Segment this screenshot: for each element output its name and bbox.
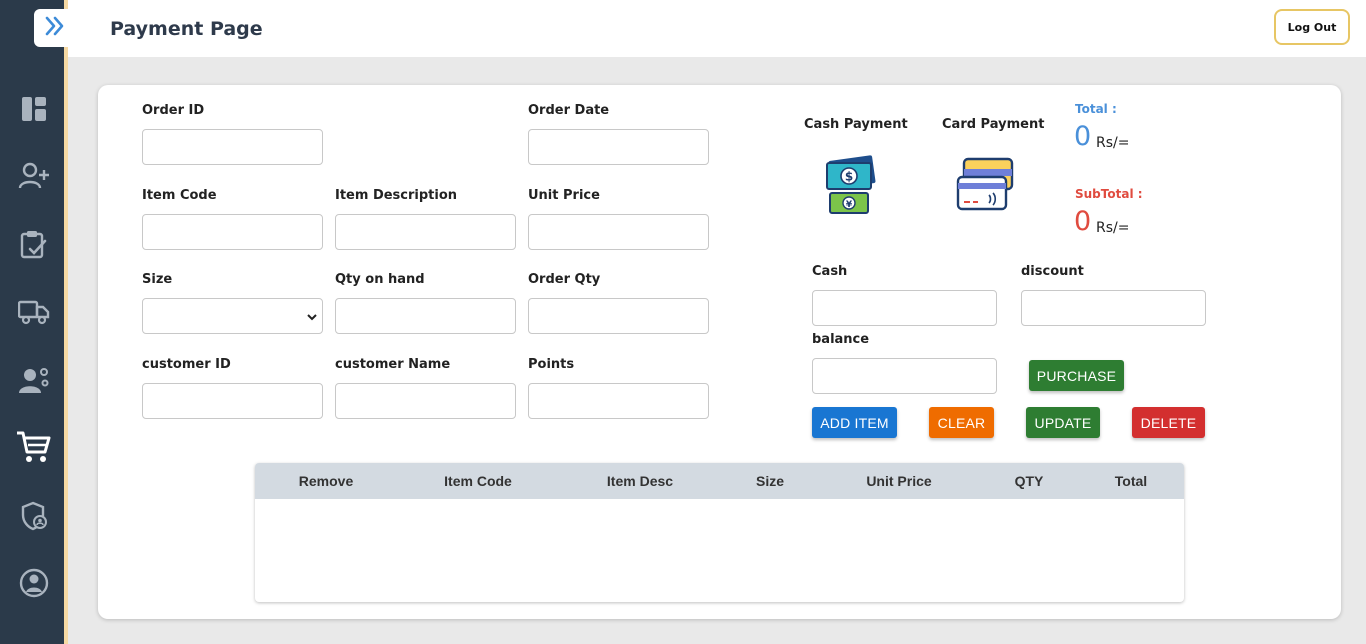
cash-payment-option[interactable]: $ ¥ xyxy=(824,153,878,222)
item-description-input[interactable] xyxy=(335,214,516,250)
total-value: 0 xyxy=(1074,121,1092,152)
cash-label: Cash xyxy=(812,264,848,279)
sidebar-item-profile[interactable] xyxy=(16,567,52,603)
subtotal-value: 0 xyxy=(1074,206,1092,237)
customer-id-input[interactable] xyxy=(142,383,323,419)
customer-id-label: customer ID xyxy=(142,357,231,372)
total-unit: Rs/= xyxy=(1096,135,1130,151)
cart-icon xyxy=(16,430,52,469)
order-id-input[interactable] xyxy=(142,129,323,165)
column-header-qty: QTY xyxy=(1014,473,1044,489)
column-header-total: Total xyxy=(1114,473,1148,489)
page-title: Payment Page xyxy=(110,18,263,40)
card-payment-label: Card Payment xyxy=(942,117,1045,132)
cash-input[interactable] xyxy=(812,290,997,326)
order-id-label: Order ID xyxy=(142,103,205,118)
double-chevron-right-icon xyxy=(43,14,67,43)
item-code-input[interactable] xyxy=(142,214,323,250)
size-select[interactable] xyxy=(142,298,323,334)
sidebar-item-payment[interactable] xyxy=(16,431,52,467)
table-header: Remove Item Code Item Desc Size Unit Pri… xyxy=(255,463,1184,499)
balance-label: balance xyxy=(812,332,870,347)
sidebar-item-add-user[interactable] xyxy=(16,160,52,196)
delete-button[interactable]: DELETE xyxy=(1132,407,1205,438)
customer-name-label: customer Name xyxy=(335,357,451,372)
column-header-item-desc: Item Desc xyxy=(606,473,674,489)
top-header: Payment Page Log Out xyxy=(68,0,1366,57)
update-button[interactable]: UPDATE xyxy=(1026,407,1100,438)
cash-payment-label: Cash Payment xyxy=(804,117,908,132)
add-user-icon xyxy=(18,162,50,195)
credit-card-icon xyxy=(956,157,1016,217)
shield-user-icon xyxy=(19,501,49,536)
card-payment-option[interactable] xyxy=(956,157,1016,218)
subtotal-label: SubTotal : xyxy=(1075,187,1143,201)
add-item-button[interactable]: ADD ITEM xyxy=(812,407,897,438)
order-qty-label: Order Qty xyxy=(528,272,601,287)
column-header-remove: Remove xyxy=(298,473,354,489)
clear-button[interactable]: CLEAR xyxy=(929,407,994,438)
customer-name-input[interactable] xyxy=(335,383,516,419)
order-date-label: Order Date xyxy=(528,103,610,118)
user-gear-icon xyxy=(18,366,50,399)
logout-button[interactable]: Log Out xyxy=(1274,9,1350,45)
size-label: Size xyxy=(142,272,173,287)
svg-text:¥: ¥ xyxy=(846,200,853,210)
column-header-unit-price: Unit Price xyxy=(866,473,932,489)
truck-icon xyxy=(17,299,50,330)
sidebar-item-delivery[interactable] xyxy=(16,296,52,332)
subtotal-unit: Rs/= xyxy=(1096,220,1130,236)
qty-on-hand-input[interactable] xyxy=(335,298,516,334)
sidebar-item-orders[interactable] xyxy=(16,228,52,264)
account-circle-icon xyxy=(19,568,49,603)
item-description-label: Item Description xyxy=(335,188,458,203)
purchase-button[interactable]: PURCHASE xyxy=(1029,360,1124,391)
points-input[interactable] xyxy=(528,383,709,419)
sidebar-item-employees[interactable] xyxy=(16,364,52,400)
discount-input[interactable] xyxy=(1021,290,1206,326)
cash-money-icon: $ ¥ xyxy=(824,155,878,221)
unit-price-input[interactable] xyxy=(528,214,709,250)
total-label: Total : xyxy=(1075,102,1117,116)
order-date-input[interactable] xyxy=(528,129,709,165)
order-qty-input[interactable] xyxy=(528,298,709,334)
clipboard-check-icon xyxy=(20,229,48,264)
dashboard-icon xyxy=(21,96,47,127)
sidebar-item-admin[interactable] xyxy=(16,500,52,536)
balance-input[interactable] xyxy=(812,358,997,394)
column-header-item-code: Item Code xyxy=(444,473,512,489)
column-header-size: Size xyxy=(755,473,785,489)
svg-text:$: $ xyxy=(845,170,853,184)
qty-on-hand-label: Qty on hand xyxy=(335,272,425,287)
order-items-table: Remove Item Code Item Desc Size Unit Pri… xyxy=(255,463,1184,602)
item-code-label: Item Code xyxy=(142,188,217,203)
payment-card: Order ID Order Date Item Code Item Descr… xyxy=(98,85,1341,619)
sidebar-item-dashboard[interactable] xyxy=(16,93,52,129)
unit-price-label: Unit Price xyxy=(528,188,600,203)
table-body xyxy=(255,499,1184,602)
sidebar xyxy=(0,0,75,644)
points-label: Points xyxy=(528,357,575,372)
discount-label: discount xyxy=(1021,264,1084,279)
